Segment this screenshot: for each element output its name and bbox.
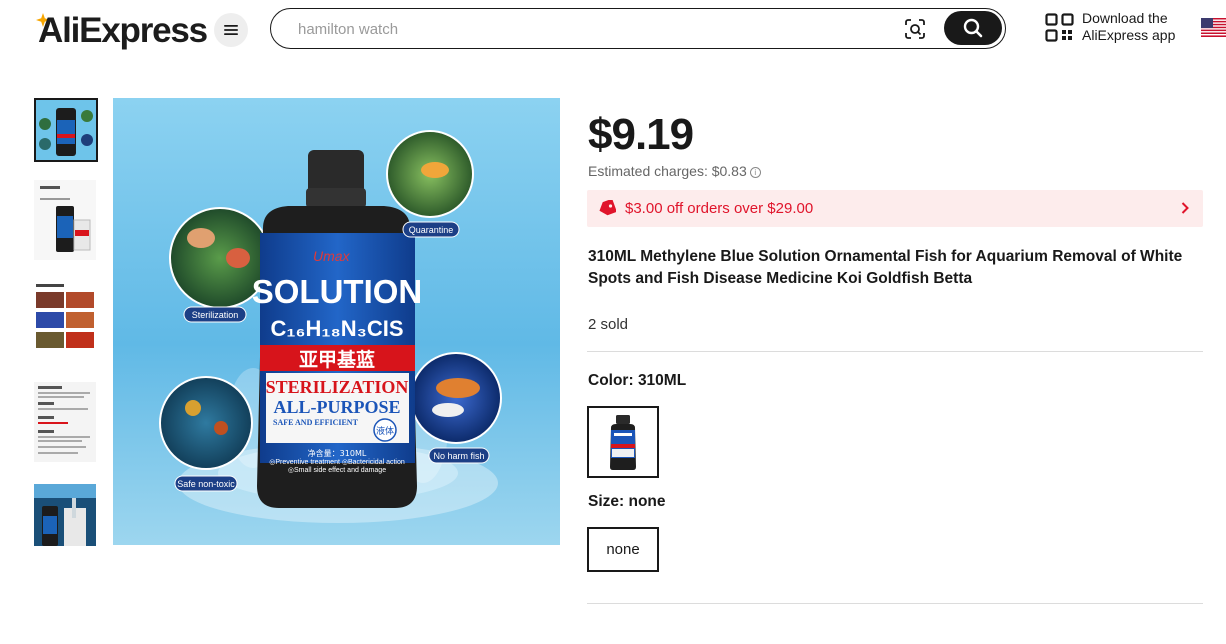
all-purpose-text: ALL-PURPOSE: [273, 397, 400, 417]
color-option-image: [592, 411, 654, 473]
search-bar: [270, 8, 1006, 49]
bubble-no-harm: No harm fish: [433, 451, 484, 461]
chevron-right-icon: [1181, 202, 1189, 214]
volume-text: 净含量：310ML: [308, 448, 367, 458]
bottle-line-1: ◎Preventive treatment ◎Bactericidal acti…: [269, 459, 405, 466]
liquid-text: 液体: [376, 425, 394, 437]
thumbnail-1[interactable]: [34, 98, 98, 162]
estimated-charges-text: Estimated charges: $0.83: [588, 163, 747, 179]
thumbnail-4[interactable]: [34, 382, 98, 462]
color-label-text: Color:: [588, 372, 638, 389]
logo-text: AliExpress: [38, 11, 208, 50]
size-label-text: Size:: [588, 493, 629, 510]
bottle-line-2: ◎Small side effect and damage: [288, 467, 386, 474]
estimated-charges: Estimated charges: $0.83 i: [588, 163, 761, 179]
product-price: $9.19: [588, 110, 694, 159]
main-product-image[interactable]: Umax SOLUTION C₁₆H₁₈N₃CIS 亚甲基蓝 STERILIZA…: [113, 98, 560, 545]
svg-text:C₁₆H₁₈N₃CIS: C₁₆H₁₈N₃CIS: [271, 316, 404, 341]
hamburger-icon: [224, 25, 238, 35]
cn-label-text: 亚甲基蓝: [299, 348, 375, 371]
download-line-2: AliExpress app: [1082, 27, 1176, 43]
search-input[interactable]: [298, 18, 878, 40]
image-search-button[interactable]: [903, 17, 927, 41]
safe-text: SAFE AND EFFICIENT: [273, 418, 359, 427]
promo-banner[interactable]: $3.00 off orders over $29.00: [587, 190, 1203, 227]
bubble-safe-non-toxic: Safe non-toxic: [177, 479, 235, 489]
divider: [587, 603, 1203, 604]
thumbnail-3[interactable]: [34, 282, 98, 362]
camera-scan-icon: [905, 19, 925, 39]
brand-text: Umax: [313, 248, 351, 264]
sterilization-text: STERILIZATION: [266, 377, 409, 397]
sold-count: 2 sold: [588, 316, 629, 333]
aliexpress-logo[interactable]: AliExpress: [36, 10, 208, 52]
thumbnail-2[interactable]: [34, 180, 98, 260]
bubble-quarantine: Quarantine: [409, 225, 454, 235]
search-icon: [963, 18, 983, 38]
solution-text: SOLUTION: [252, 273, 423, 310]
color-value: 310ML: [637, 372, 687, 389]
qr-code-icon: [1045, 12, 1074, 42]
coupon-tag-icon: [599, 200, 616, 216]
size-value: none: [628, 493, 666, 510]
promo-text: $3.00 off orders over $29.00: [625, 200, 814, 217]
search-button[interactable]: [944, 11, 1002, 45]
us-flag-icon[interactable]: [1201, 18, 1226, 37]
color-label: Color: 310ML: [588, 372, 686, 390]
size-option-none[interactable]: none: [587, 527, 659, 572]
color-option-310ml[interactable]: [587, 406, 659, 478]
download-app-link[interactable]: Download the AliExpress app: [1045, 10, 1175, 44]
menu-button[interactable]: [214, 13, 248, 47]
product-title: 310ML Methylene Blue Solution Ornamental…: [588, 248, 1183, 287]
info-icon[interactable]: i: [749, 167, 761, 178]
thumbnail-5[interactable]: [34, 484, 98, 548]
download-line-1: Download the: [1082, 10, 1168, 26]
size-label: Size: none: [588, 493, 666, 511]
divider: [587, 351, 1203, 352]
product-image-art: Umax SOLUTION C₁₆H₁₈N₃CIS 亚甲基蓝 STERILIZA…: [113, 98, 560, 545]
bubble-sterilization: Sterilization: [192, 310, 239, 320]
